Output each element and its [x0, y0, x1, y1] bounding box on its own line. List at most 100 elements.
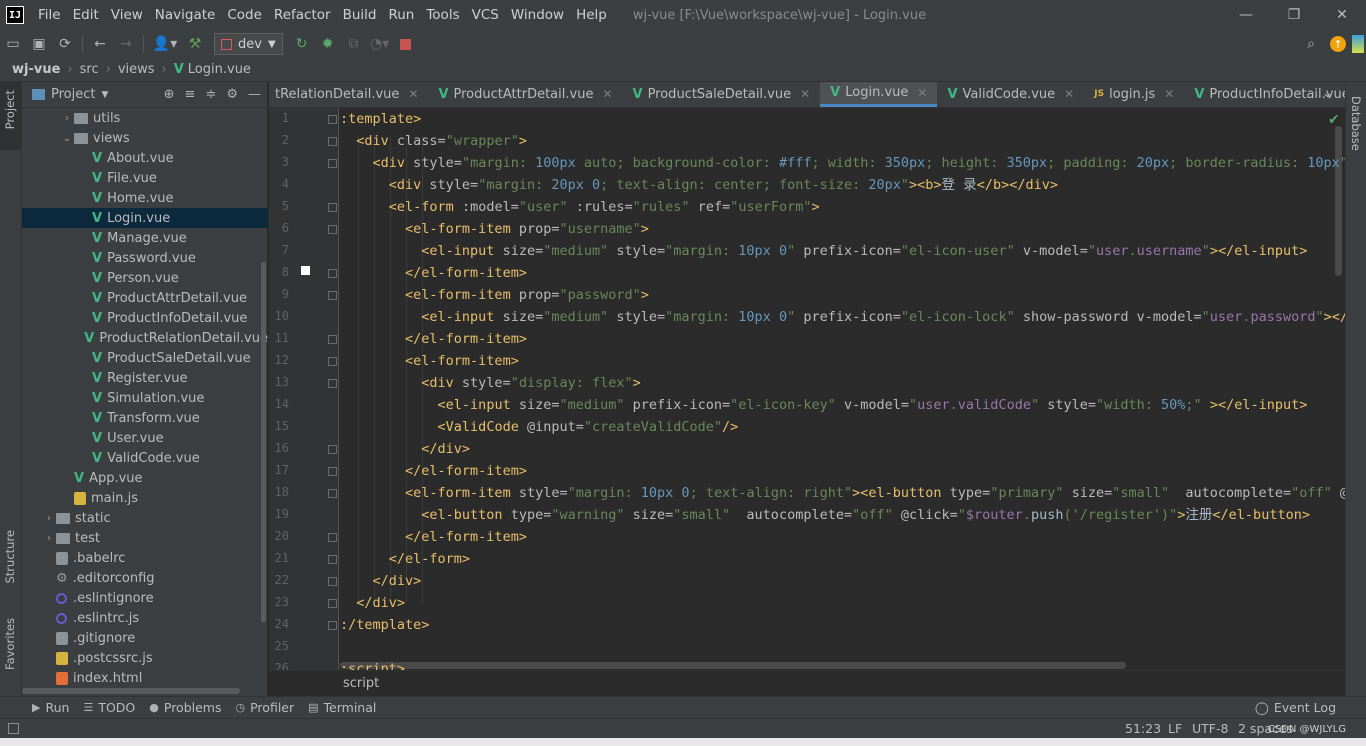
menu-file[interactable]: File [32, 0, 67, 30]
menu-tools[interactable]: Tools [420, 0, 465, 30]
collapse-all-icon[interactable]: ≑ [205, 87, 216, 102]
fold-marker-icon[interactable] [328, 269, 337, 278]
tree-item[interactable]: ⚙ .editorconfig [22, 568, 268, 588]
update-icon[interactable]: ↑ [1330, 36, 1346, 52]
profiler-tool-button[interactable]: ◷ Profiler [236, 700, 295, 715]
structure-tool-button[interactable]: Structure [3, 530, 17, 584]
expand-arrow-icon[interactable]: › [42, 533, 56, 544]
coverage-icon[interactable]: ⧉ [341, 32, 367, 56]
ide-colorful-icon[interactable] [1352, 35, 1364, 53]
tool-windows-icon[interactable] [8, 723, 19, 734]
editor-breadcrumb-script[interactable]: script [343, 676, 379, 691]
tree-item[interactable]: V Simulation.vue [22, 388, 268, 408]
breadcrumb-views[interactable]: views [118, 62, 155, 77]
expand-arrow-icon[interactable]: › [60, 113, 74, 124]
editor-tab[interactable]: V ValidCode.vue ✕ [937, 82, 1084, 107]
close-tab-icon[interactable]: ✕ [602, 87, 612, 101]
sync-icon[interactable]: ⟳ [52, 32, 78, 56]
tree-item[interactable]: .babelrc [22, 548, 268, 568]
menu-code[interactable]: Code [221, 0, 268, 30]
fold-marker-icon[interactable] [328, 159, 337, 168]
code-editor[interactable]: ✔ :template> <div class="wrapper"> <div … [340, 108, 1345, 670]
problems-tool-button[interactable]: ● Problems [149, 700, 221, 715]
tree-item[interactable]: V App.vue [22, 468, 268, 488]
tree-item[interactable]: V ProductSaleDetail.vue [22, 348, 268, 368]
tree-item[interactable]: V ProductRelationDetail.vue [22, 328, 268, 348]
editor-tab[interactable]: tRelationDetail.vue ✕ [269, 82, 428, 107]
menu-refactor[interactable]: Refactor [268, 0, 337, 30]
bookmark-icon[interactable] [301, 266, 310, 275]
open-folder-icon[interactable]: ▭ [0, 32, 26, 56]
expand-all-icon[interactable]: ≡ [185, 87, 196, 102]
tree-item[interactable]: V Person.vue [22, 268, 268, 288]
run-tool-button[interactable]: ▶ Run [32, 700, 69, 715]
debug-bug-icon[interactable]: ✹ [315, 32, 341, 56]
tree-item[interactable]: V Password.vue [22, 248, 268, 268]
fold-marker-icon[interactable] [328, 533, 337, 542]
database-tool-button[interactable]: Database [1349, 96, 1363, 151]
tree-item[interactable]: V About.vue [22, 148, 268, 168]
tree-item[interactable]: V Transform.vue [22, 408, 268, 428]
editor-tab[interactable]: V ProductSaleDetail.vue ✕ [623, 82, 821, 107]
tree-item[interactable]: .gitignore [22, 628, 268, 648]
run-config-select[interactable]: dev ▼ [214, 33, 283, 55]
minimize-icon[interactable]: — [1222, 0, 1270, 30]
forward-icon[interactable]: → [113, 32, 139, 56]
tree-item[interactable]: › utils [22, 108, 268, 128]
fold-marker-icon[interactable] [328, 137, 337, 146]
fold-marker-icon[interactable] [328, 335, 337, 344]
editor-scrollbar[interactable] [1335, 126, 1342, 276]
scrollbar[interactable] [261, 262, 266, 622]
tree-item[interactable]: ⌄ views [22, 128, 268, 148]
fold-marker-icon[interactable] [328, 577, 337, 586]
fold-marker-icon[interactable] [328, 379, 337, 388]
tree-item[interactable]: › static [22, 508, 268, 528]
close-tab-icon[interactable]: ✕ [917, 86, 927, 100]
tree-item[interactable]: .postcssrc.js [22, 648, 268, 668]
fold-marker-icon[interactable] [328, 555, 337, 564]
tree-item[interactable]: V ProductInfoDetail.vue [22, 308, 268, 328]
fold-marker-icon[interactable] [328, 225, 337, 234]
tree-item[interactable]: main.js [22, 488, 268, 508]
menu-view[interactable]: View [105, 0, 149, 30]
tree-item[interactable]: .eslintrc.js [22, 608, 268, 628]
tree-item[interactable]: › test [22, 528, 268, 548]
menu-build[interactable]: Build [337, 0, 383, 30]
close-tab-icon[interactable]: ✕ [1064, 87, 1074, 101]
expand-arrow-icon[interactable]: ⌄ [60, 133, 74, 144]
event-log-button[interactable]: ◯ Event Log [1255, 700, 1336, 715]
fold-marker-icon[interactable] [328, 621, 337, 630]
project-tool-button[interactable]: Project [3, 90, 17, 129]
close-tab-icon[interactable]: ✕ [1164, 87, 1174, 101]
caret-position[interactable]: 51:23 [1125, 721, 1161, 736]
line-separator[interactable]: LF [1168, 721, 1182, 736]
close-tab-icon[interactable]: ✕ [800, 87, 810, 101]
editor-horizontal-scrollbar[interactable] [340, 662, 1126, 669]
profile-icon[interactable]: ◔▾ [367, 32, 393, 56]
fold-marker-icon[interactable] [328, 203, 337, 212]
tree-item[interactable]: V ProductAttrDetail.vue [22, 288, 268, 308]
editor-tab[interactable]: VProductInfoDetail.vue✕ [1184, 82, 1345, 107]
tree-item[interactable]: .eslintignore [22, 588, 268, 608]
menu-help[interactable]: Help [570, 0, 613, 30]
tree-item[interactable]: V ValidCode.vue [22, 448, 268, 468]
horizontal-scrollbar[interactable] [22, 688, 240, 694]
editor-tab[interactable]: JS login.js ✕ [1084, 82, 1184, 107]
breadcrumb-file[interactable]: Login.vue [188, 62, 251, 77]
search-icon[interactable]: ⌕ [1298, 32, 1324, 56]
locate-icon[interactable]: ⊕ [164, 87, 175, 102]
menu-edit[interactable]: Edit [67, 0, 105, 30]
menu-window[interactable]: Window [505, 0, 570, 30]
fold-marker-icon[interactable] [328, 599, 337, 608]
tree-item[interactable]: V User.vue [22, 428, 268, 448]
tree-item[interactable]: V Home.vue [22, 188, 268, 208]
breadcrumb-src[interactable]: src [80, 62, 99, 77]
fold-marker-icon[interactable] [328, 115, 337, 124]
tree-item[interactable]: index.html [22, 668, 268, 688]
menu-run[interactable]: Run [382, 0, 420, 30]
hide-icon[interactable]: — [248, 87, 261, 102]
user-icon[interactable]: 👤▾ [148, 32, 182, 56]
restore-icon[interactable]: ❐ [1270, 0, 1318, 30]
back-icon[interactable]: ← [87, 32, 113, 56]
save-icon[interactable]: ▣ [26, 32, 52, 56]
